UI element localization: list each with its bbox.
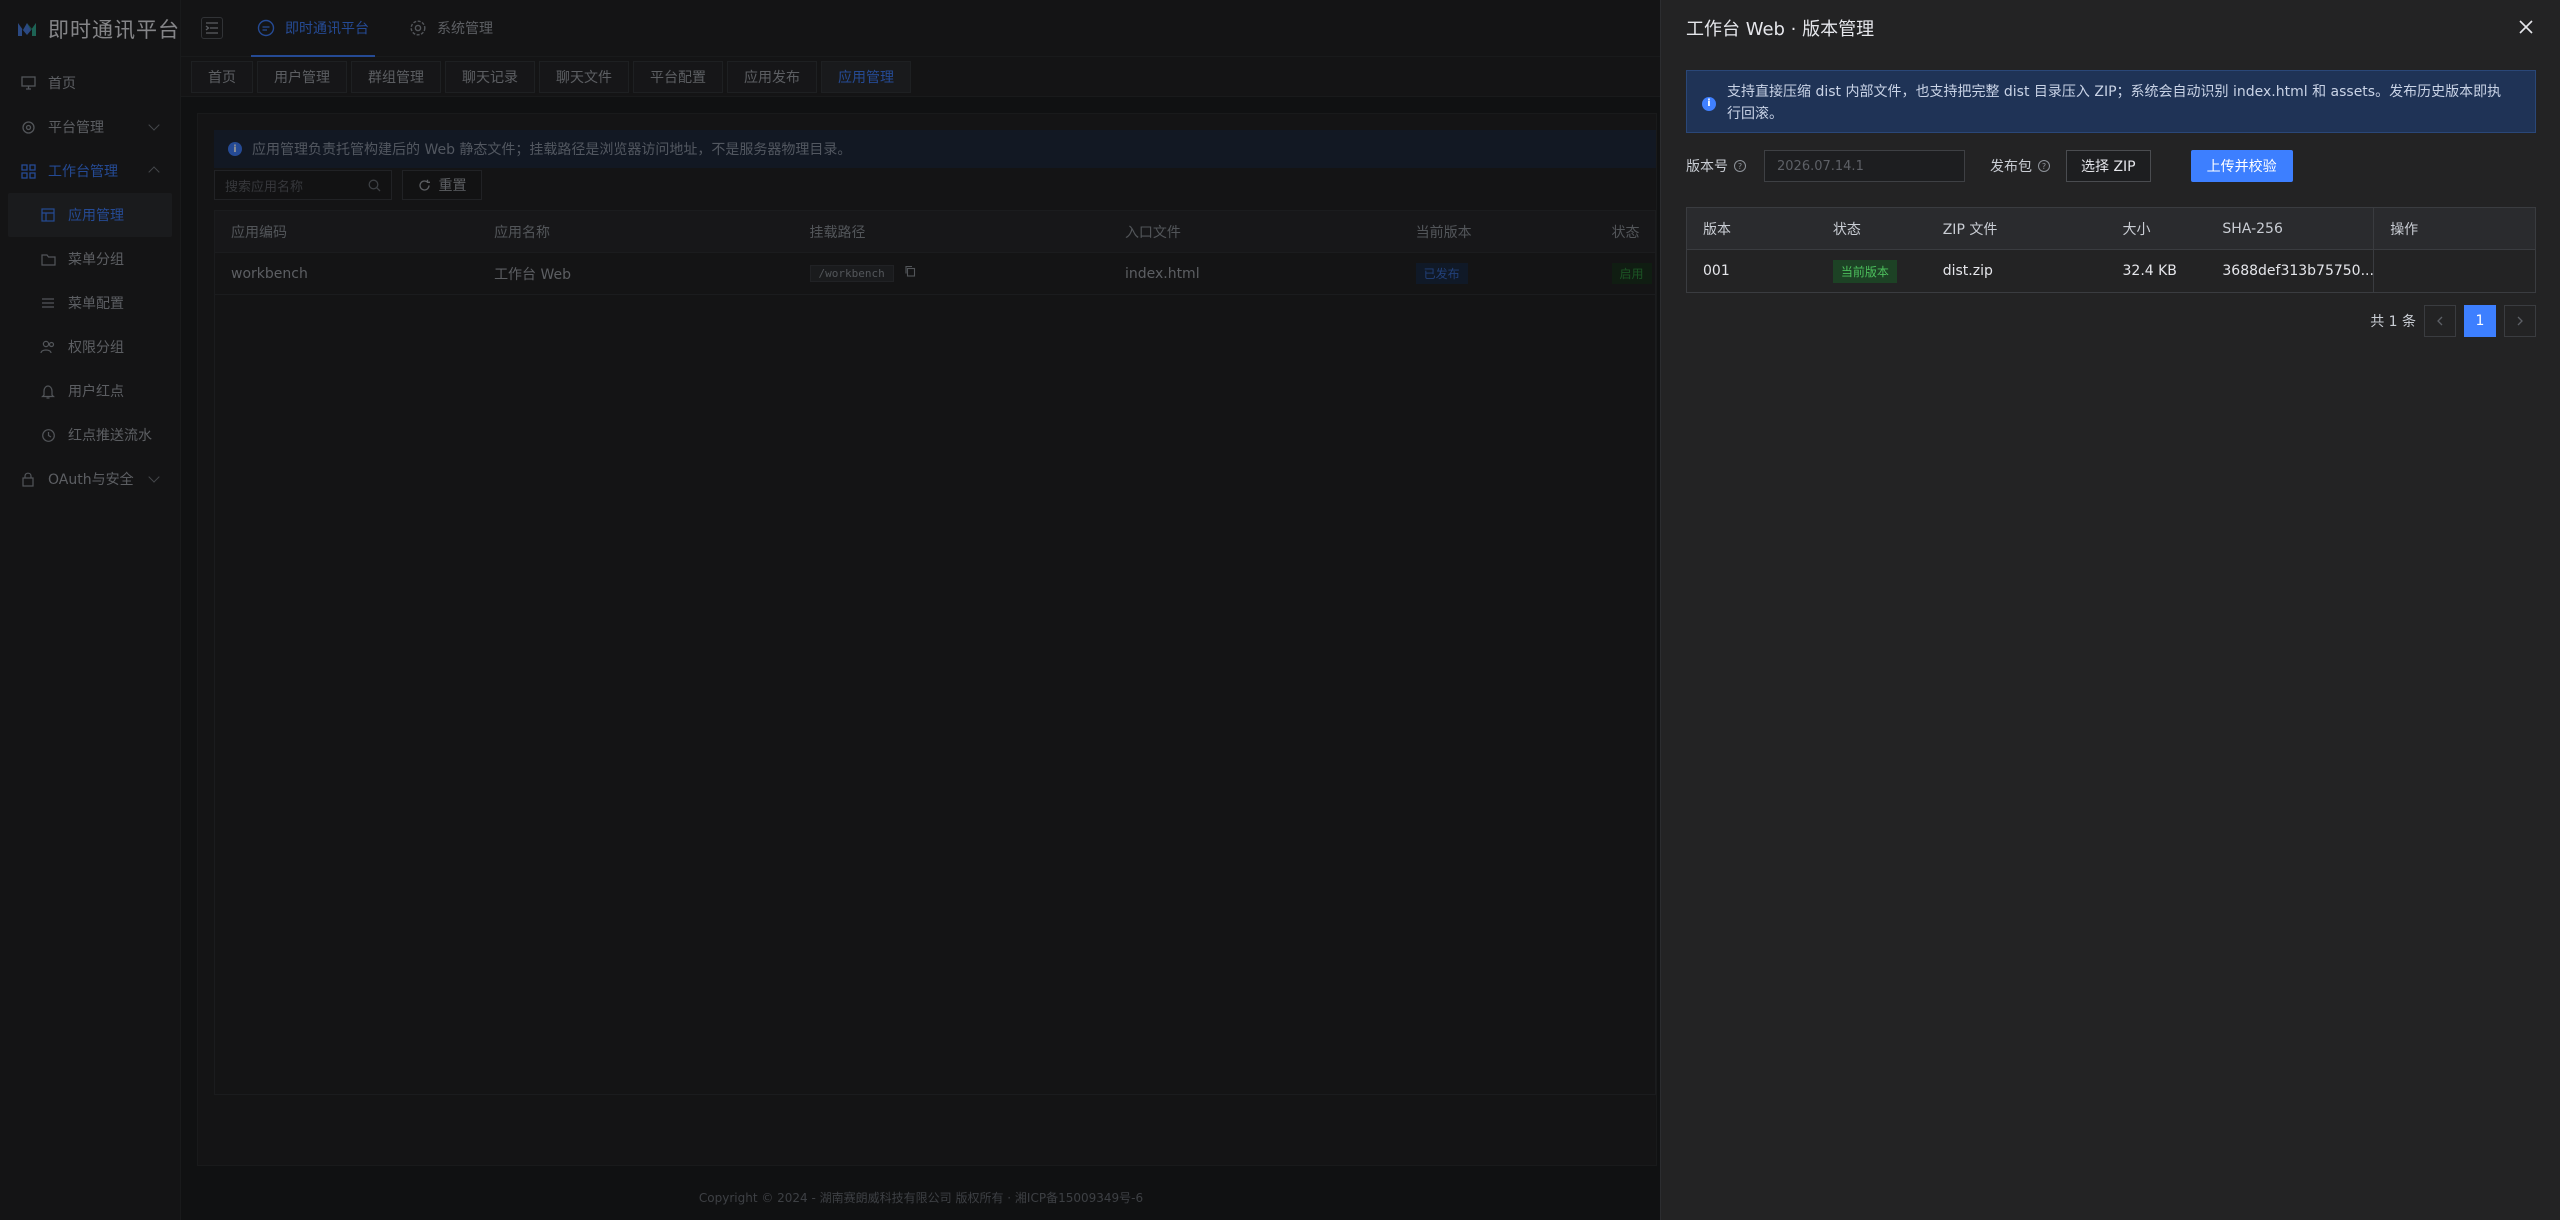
close-icon[interactable] <box>2516 17 2536 37</box>
package-label: 发布包 ? <box>1990 156 2050 176</box>
version-drawer: 工作台 Web · 版本管理 i 支持直接压缩 dist 内部文件，也支持把完整… <box>1660 0 2560 1220</box>
version-placeholder: 2026.07.14.1 <box>1777 158 1864 174</box>
cell-zip-file: dist.zip <box>1942 263 1993 279</box>
upload-verify-button[interactable]: 上传并校验 <box>2190 150 2293 182</box>
col-header: 大小 <box>2122 221 2151 238</box>
info-alert: i 支持直接压缩 dist 内部文件，也支持把完整 dist 目录压入 ZIP；… <box>1686 70 2536 133</box>
pagination-total: 共 1 条 <box>2370 314 2416 330</box>
choose-zip-button[interactable]: 选择 ZIP <box>2066 150 2151 182</box>
table-row[interactable]: 001 当前版本 dist.zip 32.4 KB 3688def313b757… <box>1687 250 2535 292</box>
chevron-left-icon <box>2437 316 2443 326</box>
chevron-right-icon <box>2517 316 2523 326</box>
version-input[interactable]: 2026.07.14.1 <box>1764 150 1965 182</box>
cell-actions <box>2373 250 2535 292</box>
col-header: SHA-256 <box>2222 220 2283 237</box>
question-icon[interactable]: ? <box>2038 160 2050 172</box>
cell-sha256: 3688def313b75750... <box>2222 263 2374 279</box>
cell-size: 32.4 KB <box>2122 263 2177 279</box>
col-header: 状态 <box>1832 221 1861 238</box>
info-icon: i <box>1702 97 1716 111</box>
col-header: ZIP 文件 <box>1942 221 1998 238</box>
drawer-title: 工作台 Web · 版本管理 <box>1686 19 1875 40</box>
col-header: 版本 <box>1703 221 1731 238</box>
package-label-text: 发布包 <box>1990 159 2032 175</box>
cell-status: 当前版本 <box>1817 250 1927 292</box>
drawer-mask[interactable] <box>0 0 1660 1220</box>
alert-text: 支持直接压缩 dist 内部文件，也支持把完整 dist 目录压入 ZIP；系统… <box>1727 84 2502 122</box>
upload-form: 版本号 ? 2026.07.14.1 发布包 ? 选择 ZIP 上传并校验 <box>1686 149 2536 183</box>
pagination: 共 1 条 1 <box>1686 305 2536 337</box>
table-header: 版本 状态 ZIP 文件 大小 SHA-256 操作 <box>1687 207 2535 250</box>
status-badge: 当前版本 <box>1832 259 1897 283</box>
prev-page-button[interactable] <box>2424 305 2456 337</box>
app-root: 即时通讯平台 首页 平台管理 工作台管理 应用管理 菜单分组 菜单配置 权限分组… <box>0 0 2560 1220</box>
version-label: 版本号 ? <box>1686 156 1746 176</box>
question-icon[interactable]: ? <box>1734 160 1746 172</box>
version-label-text: 版本号 <box>1686 159 1728 175</box>
drawer-body: i 支持直接压缩 dist 内部文件，也支持把完整 dist 目录压入 ZIP；… <box>1686 70 2536 337</box>
cell-version: 001 <box>1703 263 1730 279</box>
col-header: 操作 <box>2373 207 2535 250</box>
page-button[interactable]: 1 <box>2464 305 2496 337</box>
next-page-button[interactable] <box>2504 305 2536 337</box>
versions-table: 版本 状态 ZIP 文件 大小 SHA-256 操作 001 当前版本 dist… <box>1686 207 2536 293</box>
